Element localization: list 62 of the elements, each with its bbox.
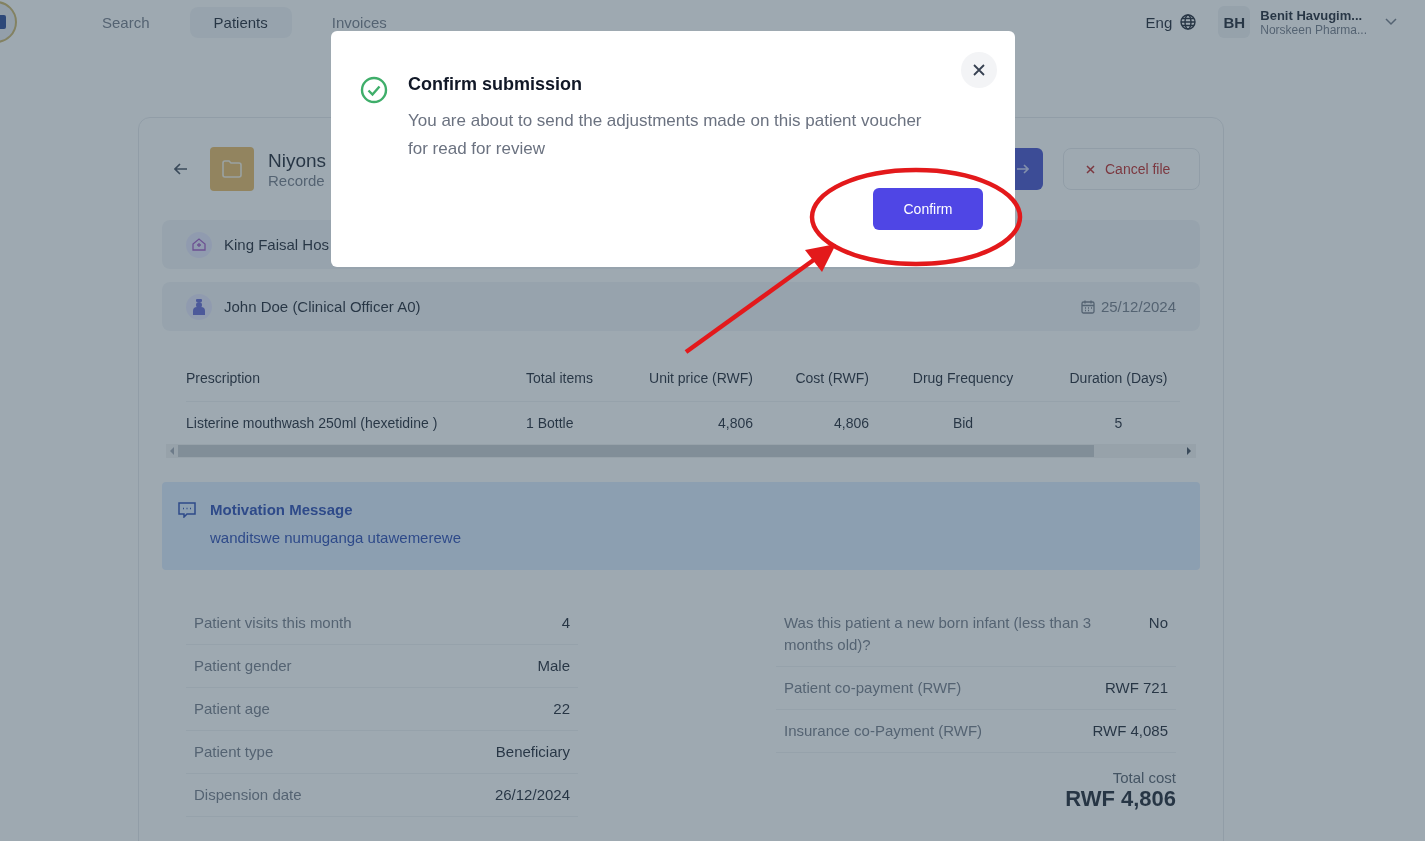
column-header: Cost (RWF)	[753, 354, 869, 402]
arrow-right-icon	[1017, 164, 1029, 174]
user-avatar: BH	[1218, 6, 1251, 38]
nav-tab[interactable]: Patients	[189, 6, 292, 38]
total-cost-value: RWF 4,806	[1065, 786, 1176, 812]
detail-label: Patient co-payment (RWF)	[784, 678, 962, 698]
success-check-icon	[360, 76, 388, 104]
user-name: Benit Havugim...	[1260, 7, 1364, 23]
column-header: Prescription	[186, 354, 526, 402]
detail-label: Insurance co-Payment (RWF)	[784, 721, 983, 741]
column-header: Drug Frequency	[869, 354, 1057, 402]
modal-title: Confirm submission	[408, 74, 583, 95]
detail-value: 4	[561, 613, 570, 633]
detail-value: RWF 721	[1104, 678, 1168, 698]
scroll-right-icon[interactable]	[1186, 447, 1192, 455]
confirm-button[interactable]: Confirm	[873, 188, 983, 230]
patient-subtitle: Recorde	[268, 171, 326, 189]
folder-icon	[210, 147, 254, 191]
calendar-icon	[1080, 299, 1095, 314]
table-cell-text: 4,806	[716, 414, 753, 433]
table-cell-text: 4,806	[832, 414, 869, 433]
horizontal-scrollbar[interactable]	[166, 444, 1196, 458]
total-cost-label: Total cost	[1112, 769, 1176, 786]
user-organization: Norskeen Pharma...	[1260, 22, 1367, 37]
detail-label: Patient age	[194, 699, 270, 719]
chevron-down-icon[interactable]	[1385, 18, 1397, 26]
language-label[interactable]: Eng	[1145, 13, 1173, 31]
patient-name: Niyons	[268, 149, 327, 172]
motivation-text: wanditswe numuganga utawemerewe	[210, 529, 462, 546]
column-header: Duration (Days)	[1057, 354, 1180, 402]
prescription-date: 25/12/2024	[1100, 298, 1176, 315]
modal-message: You are about to send the adjustments made on this patient voucher for read for review	[408, 110, 923, 160]
hospital-icon	[186, 231, 212, 258]
detail-label: Patient visits this month	[194, 613, 352, 633]
message-icon	[178, 501, 196, 518]
column-header: Unit price (RWF)	[626, 354, 753, 402]
close-button[interactable]	[961, 52, 997, 88]
detail-value: Male	[537, 656, 570, 676]
detail-value: RWF 4,085	[1092, 721, 1168, 741]
detail-label: Patient type	[194, 742, 274, 762]
back-arrow-icon[interactable]	[174, 163, 188, 175]
doctor-name: John Doe (Clinical Officer A0)	[224, 298, 421, 315]
detail-value: 26/12/2024	[494, 785, 570, 805]
close-icon	[973, 64, 985, 76]
detail-label: Dispension date	[194, 785, 302, 805]
motivation-title: Motivation Message	[210, 501, 353, 518]
doctor-icon	[186, 293, 212, 320]
table-cell-text: Bid	[951, 414, 975, 433]
cancel-file-button[interactable]: Cancel file	[1063, 148, 1200, 190]
nav-tab[interactable]: Search	[78, 6, 174, 38]
column-header: Total items	[526, 354, 626, 402]
close-icon	[1086, 164, 1095, 174]
detail-value: No	[1148, 613, 1168, 633]
detail-label: Was this patient a new born infant (less than 3 months old)?	[784, 613, 1093, 655]
table-cell-text: 5	[1113, 414, 1124, 433]
globe-icon[interactable]	[1180, 14, 1197, 30]
detail-value: Beneficiary	[495, 742, 570, 762]
table-cell-text: Listerine mouthwash 250ml (hexetidine )	[186, 414, 439, 433]
detail-label: Patient gender	[194, 656, 292, 676]
facility-name: King Faisal Hos	[224, 236, 330, 253]
detail-value: 22	[553, 699, 570, 719]
table-cell-text: 1 Bottle	[526, 414, 575, 433]
